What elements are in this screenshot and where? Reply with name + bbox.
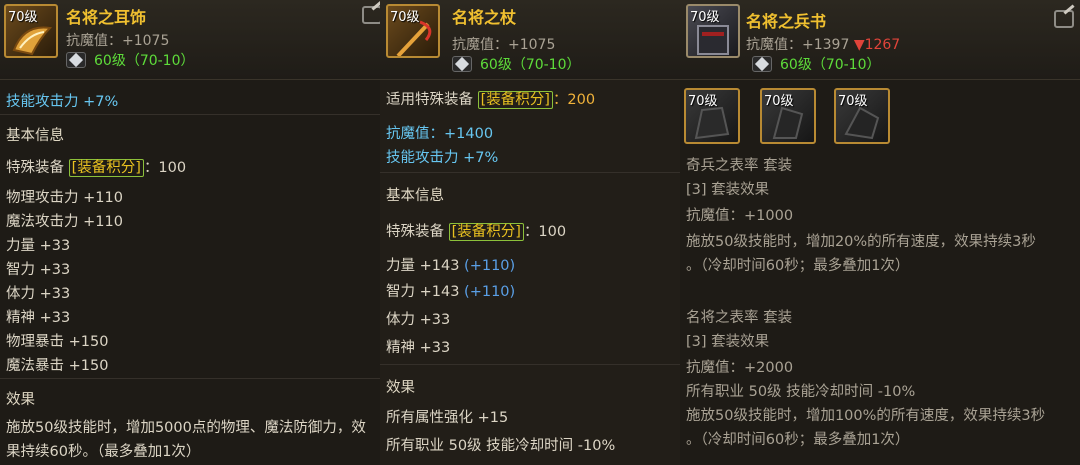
- item-icon[interactable]: 70级: [686, 4, 740, 58]
- effect-line-1: 施放50级技能时，增加5000点的物理、魔法防御力，效: [6, 420, 366, 436]
- stat-decrease: ▼1267: [853, 37, 901, 53]
- diamond-gem-icon: [66, 52, 86, 68]
- tooltip-book: 70级 名将之兵书 抗魔值：+1397 ▼1267 60级（70-10） 70级…: [680, 0, 1080, 465]
- set1-name: 奇兵之表率 套装: [686, 158, 793, 174]
- set2-desc-1: 施放50级技能时，增加100%的所有速度，效果持续3秒: [686, 408, 1046, 424]
- stat-intelligence: 智力 +143 (+110): [386, 284, 516, 300]
- special-equipment-line: 特殊装备 [装备积分] ：100: [6, 159, 187, 177]
- set1-magic-resist: 抗魔值：+1000: [686, 208, 794, 224]
- section-title-basic: 基本信息: [386, 188, 444, 204]
- gem-row: 60级（70-10）: [752, 54, 881, 74]
- item-name: 名将之兵书: [746, 12, 827, 31]
- stat-strength: 力量 +143 (+110): [386, 258, 516, 274]
- gem-row: 60级（70-10）: [452, 54, 581, 74]
- set2-name: 名将之表率 套装: [686, 310, 793, 326]
- staff-icon: [396, 20, 432, 56]
- stat-magic-crit: 魔法暴击 +150: [6, 358, 109, 374]
- strength-bonus: (+110): [464, 258, 516, 274]
- set-item-slot[interactable]: 70级: [684, 88, 740, 144]
- stat-strength: 力量 +33: [6, 238, 71, 254]
- equipment-points-tag[interactable]: [装备积分]: [68, 159, 144, 177]
- armor-piece-icon: [844, 106, 880, 140]
- magic-resist-stat: 抗魔值：+1075: [452, 37, 556, 53]
- tooltip-header: 70级 名将之杖 抗魔值：+1075 60级（70-10）: [380, 0, 680, 80]
- stat-physical-attack: 物理攻击力 +110: [6, 190, 123, 206]
- set2-effect-title: [3] 套装效果: [686, 334, 770, 350]
- stat-physical-crit: 物理暴击 +150: [6, 334, 109, 350]
- set1-desc-1: 施放50级技能时，增加20%的所有速度，效果持续3秒: [686, 234, 1036, 250]
- stat-spirit: 精神 +33: [6, 310, 71, 326]
- edit-icon[interactable]: [362, 6, 380, 24]
- tooltip-earring: 70级 名将之耳饰 抗魔值：+1075 60级（70-10） 技能攻击力 +7%…: [0, 0, 380, 465]
- gem-row: 60级（70-10）: [66, 50, 195, 70]
- magic-resist-stat: 抗魔值：+1397 ▼1267: [746, 37, 901, 53]
- applicable-equipment-line: 适用特殊装备 [装备积分] ：200: [386, 91, 596, 109]
- effect-line-1: 所有属性强化 +15: [386, 410, 509, 426]
- stat-vitality: 体力 +33: [6, 286, 71, 302]
- set2-desc-2: 。（冷却时间60秒；最多叠加1次）: [686, 432, 910, 448]
- divider: [0, 378, 380, 379]
- gem-level-text: 60级（70-10）: [480, 57, 581, 73]
- item-name: 名将之杖: [452, 8, 517, 27]
- set1-effect-title: [3] 套装效果: [686, 182, 770, 198]
- set2-cooldown: 所有职业 50级 技能冷却时间 -10%: [686, 384, 916, 400]
- edit-icon[interactable]: [1054, 10, 1074, 28]
- armor-piece-icon: [772, 106, 804, 139]
- section-title-basic: 基本信息: [6, 128, 64, 144]
- equipment-points-tag[interactable]: [装备积分]: [477, 91, 553, 109]
- set-item-slot[interactable]: 70级: [834, 88, 890, 144]
- earring-icon: [12, 26, 53, 56]
- equipment-points-tag[interactable]: [装备积分]: [448, 223, 524, 241]
- book-icon: [697, 25, 729, 55]
- effect-line-2: 所有职业 50级 技能冷却时间 -10%: [386, 438, 616, 454]
- diamond-gem-icon: [752, 56, 772, 72]
- special-equipment-line: 特殊装备 [装备积分] ：100: [386, 223, 567, 241]
- gem-level-text: 60级（70-10）: [94, 53, 195, 69]
- armor-piece-icon: [694, 106, 730, 140]
- tooltip-staff: 70级 名将之杖 抗魔值：+1075 60级（70-10） 适用特殊装备 [装备…: [380, 0, 680, 465]
- item-icon[interactable]: 70级: [4, 4, 58, 58]
- stat-spirit: 精神 +33: [386, 340, 451, 356]
- set-item-slot[interactable]: 70级: [760, 88, 816, 144]
- gem-level-text: 60级（70-10）: [780, 57, 881, 73]
- section-title-effect: 效果: [386, 380, 415, 396]
- magic-resist-line: 抗魔值：+1400: [386, 126, 494, 142]
- effect-line-2: 果持续60秒。（最多叠加1次）: [6, 444, 201, 460]
- set1-desc-2: 。（冷却时间60秒；最多叠加1次）: [686, 258, 910, 274]
- diamond-gem-icon: [452, 56, 472, 72]
- stat-magic-attack: 魔法攻击力 +110: [6, 214, 123, 230]
- item-name: 名将之耳饰: [66, 8, 147, 27]
- magic-resist-stat: 抗魔值：+1075: [66, 33, 170, 49]
- tooltip-header: 70级 名将之耳饰 抗魔值：+1075 60级（70-10）: [0, 0, 380, 80]
- item-icon[interactable]: 70级: [386, 4, 440, 58]
- divider: [380, 364, 680, 365]
- skill-attack-line: 技能攻击力 +7%: [6, 94, 119, 110]
- divider: [380, 172, 680, 173]
- skill-attack-line: 技能攻击力 +7%: [386, 150, 499, 166]
- divider: [0, 114, 380, 115]
- intelligence-bonus: (+110): [464, 284, 516, 300]
- stat-vitality: 体力 +33: [386, 312, 451, 328]
- tooltip-header: 70级 名将之兵书 抗魔值：+1397 ▼1267 60级（70-10）: [680, 0, 1080, 80]
- stat-intelligence: 智力 +33: [6, 262, 71, 278]
- set2-magic-resist: 抗魔值：+2000: [686, 360, 794, 376]
- section-title-effect: 效果: [6, 392, 35, 408]
